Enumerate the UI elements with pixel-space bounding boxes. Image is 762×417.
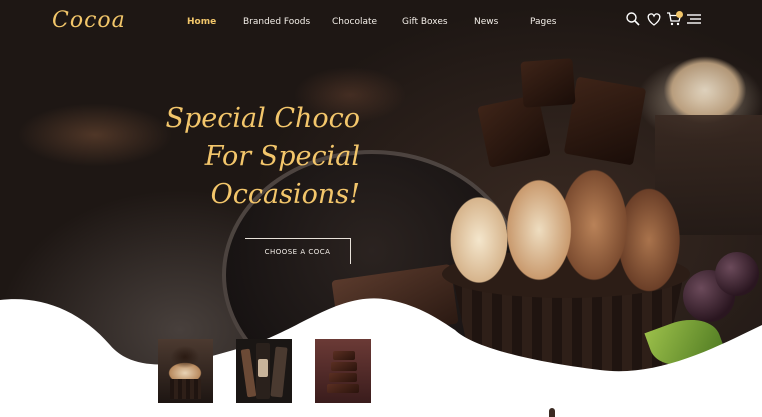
decorative-marker [549,408,555,417]
wave-divider [0,298,762,417]
nav-item-branded-foods[interactable]: Branded Foods [243,17,310,27]
headline-line-2: For Special [204,141,360,172]
search-icon[interactable] [625,11,641,29]
nav-item-home[interactable]: Home [187,17,216,27]
brand-logo[interactable]: Cocoa [52,8,126,33]
cupcake-thumbnail[interactable] [158,339,213,403]
chocolate-bars-thumbnail[interactable] [236,339,292,403]
chocolate-piece [327,384,359,393]
choose-a-coca-button[interactable]: CHOOSE A COCA [245,238,351,264]
chocolate-bar-label [258,359,268,377]
chocolate-piece [331,362,357,371]
nav-item-pages[interactable]: Pages [530,17,556,27]
nav-item-gift-boxes[interactable]: Gift Boxes [402,17,448,27]
chocolate-piece [329,373,357,382]
chocolate-bar [270,346,288,398]
menu-icon[interactable] [686,11,702,29]
chocolate-piece [333,351,355,360]
cart-badge [676,11,683,18]
hero-background [0,0,762,417]
headline-line-1: Special Choco [165,103,360,134]
heart-icon[interactable] [646,11,662,29]
headline-line-3: Occasions! [210,179,360,210]
hero-headline: Special Choco For Special Occasions! [150,100,360,214]
nav-item-news[interactable]: News [474,17,498,27]
nav-item-chocolate[interactable]: Chocolate [332,17,377,27]
main-navigation: Cocoa Home Branded Foods Chocolate Gift … [0,0,762,44]
chocolate-bar [240,348,257,398]
chocolate-stack-thumbnail[interactable] [315,339,371,403]
